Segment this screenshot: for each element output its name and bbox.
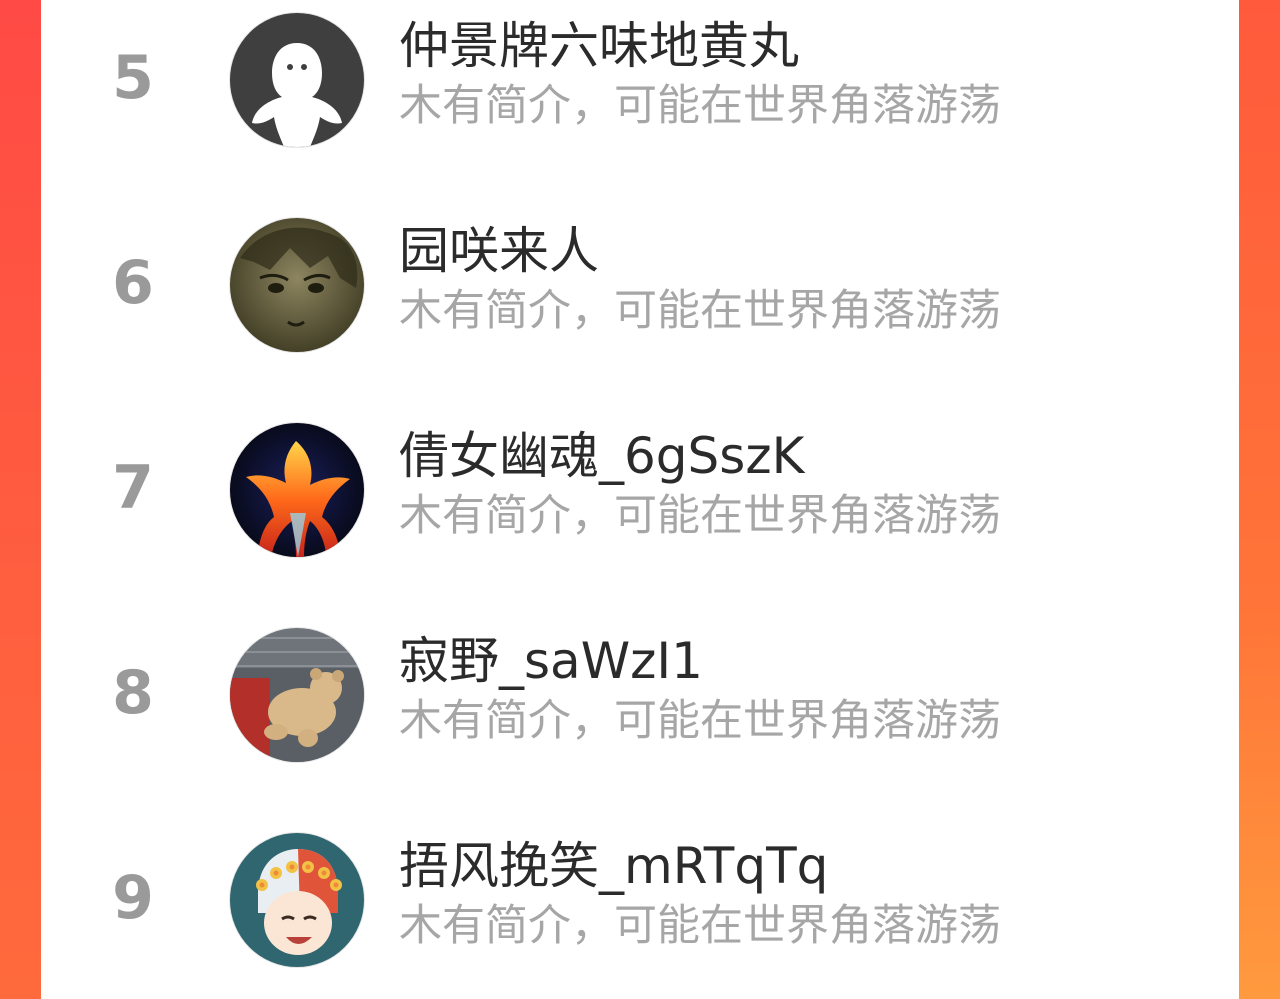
- user-nickname[interactable]: 捂风挽笑_mRTqTq: [399, 834, 828, 898]
- anime-character-avatar-icon: [230, 218, 364, 352]
- ranking-list-item[interactable]: 8 寂野_saWzI1 木有简介，可能在世界角落游荡: [41, 615, 1239, 765]
- ranking-list-item[interactable]: 9 捂风挽笑_mRTqTq 木有简介，可能在世界角落游荡: [41, 820, 1239, 970]
- user-avatar[interactable]: [230, 423, 364, 557]
- rank-number: 9: [112, 863, 154, 933]
- ranking-list-item[interactable]: 7 倩女幽魂_6gSszK 木有简介，可能在世界角落游荡: [41, 410, 1239, 560]
- user-avatar[interactable]: [230, 13, 364, 147]
- user-nickname[interactable]: 仲景牌六味地黄丸: [399, 14, 799, 78]
- user-nickname[interactable]: 寂野_saWzI1: [399, 629, 703, 693]
- user-bio: 木有简介，可能在世界角落游荡: [399, 901, 1001, 951]
- rank-number: 7: [112, 453, 154, 523]
- user-bio: 木有简介，可能在世界角落游荡: [399, 491, 1001, 541]
- user-nickname[interactable]: 园咲来人: [399, 219, 599, 283]
- teddy-bear-avatar-icon: [230, 628, 364, 762]
- rank-number: 6: [112, 248, 154, 318]
- ranking-list-panel: 5 仲景牌六味地黄丸 木有简介，可能在世界角落游荡 6 园咲来人 木有简介，可能…: [41, 0, 1239, 999]
- user-bio: 木有简介，可能在世界角落游荡: [399, 696, 1001, 746]
- rank-number: 8: [112, 658, 154, 728]
- user-avatar[interactable]: [230, 833, 364, 967]
- user-avatar[interactable]: [230, 628, 364, 762]
- phoenix-flame-avatar-icon: [230, 423, 364, 557]
- user-nickname[interactable]: 倩女幽魂_6gSszK: [399, 424, 804, 488]
- user-avatar[interactable]: [230, 218, 364, 352]
- user-bio: 木有简介，可能在世界角落游荡: [399, 286, 1001, 336]
- user-bio: 木有简介，可能在世界角落游荡: [399, 81, 1001, 131]
- rank-number: 5: [112, 43, 154, 113]
- default-ghost-avatar-icon: [230, 13, 364, 147]
- right-gradient-border: [1239, 0, 1280, 999]
- ranking-list-item[interactable]: 6 园咲来人 木有简介，可能在世界角落游荡: [41, 205, 1239, 355]
- flower-crown-anime-avatar-icon: [230, 833, 364, 967]
- ranking-list-item[interactable]: 5 仲景牌六味地黄丸 木有简介，可能在世界角落游荡: [41, 0, 1239, 150]
